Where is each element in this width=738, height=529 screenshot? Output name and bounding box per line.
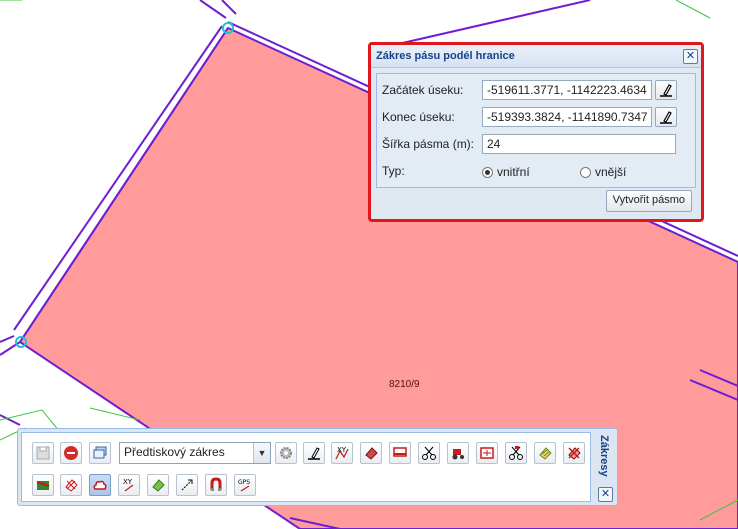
end-pick-button[interactable] bbox=[655, 107, 677, 127]
xy-text: XY bbox=[337, 446, 347, 454]
snap-button[interactable] bbox=[205, 474, 227, 496]
green-polygon-button[interactable] bbox=[147, 474, 169, 496]
settings-button[interactable] bbox=[275, 442, 297, 464]
magnet-icon bbox=[210, 477, 222, 491]
arrow-button[interactable] bbox=[176, 474, 198, 496]
split-polygon-button[interactable] bbox=[476, 442, 498, 464]
map-polygon-icon bbox=[36, 481, 50, 490]
dialog-header[interactable]: Zákres pásu podél hranice bbox=[371, 45, 701, 68]
cut-polygon-button[interactable] bbox=[505, 442, 527, 464]
type-outer-radio[interactable]: vnější bbox=[580, 165, 626, 179]
type-inner-radio[interactable]: vnitřní bbox=[482, 165, 530, 179]
pencil-icon bbox=[660, 84, 672, 97]
end-row: Konec úseku: bbox=[382, 106, 482, 128]
windows-icon bbox=[93, 446, 107, 459]
width-label: Šířka pásma (m): bbox=[382, 137, 475, 151]
end-label: Konec úseku: bbox=[382, 110, 455, 124]
leaf-icon bbox=[152, 479, 165, 492]
stop-button[interactable] bbox=[60, 442, 82, 464]
hatch-icon bbox=[539, 447, 552, 460]
drawing-type-select[interactable]: Předtiskový zákres ▼ bbox=[119, 442, 271, 464]
panel-title: Zákresy bbox=[598, 435, 610, 477]
scissors-polygon-icon bbox=[509, 446, 523, 460]
draw-cloud-button[interactable] bbox=[89, 474, 111, 496]
pencil-icon bbox=[308, 447, 320, 460]
save-button[interactable] bbox=[32, 442, 54, 464]
end-input[interactable]: -519393.3824, -1141890.7347 bbox=[482, 107, 652, 127]
save-icon bbox=[36, 446, 50, 460]
xy-edit-button[interactable]: XY bbox=[331, 442, 353, 464]
cloud-icon bbox=[93, 480, 107, 490]
xy-edit-icon: XY bbox=[335, 446, 349, 460]
dialog-close-button[interactable]: ✕ bbox=[683, 49, 698, 64]
drawing-toolbar-panel: Předtiskový zákres ▼ XY XY GPS Zákresy ✕ bbox=[17, 428, 618, 506]
type-inner-label: vnitřní bbox=[497, 165, 530, 179]
xy-point-icon: XY bbox=[123, 478, 134, 492]
width-input[interactable]: 24 bbox=[482, 134, 676, 154]
radio-selected[interactable] bbox=[482, 166, 493, 178]
type-label: Typ: bbox=[382, 164, 405, 178]
cut-line-icon bbox=[393, 447, 407, 457]
draw-point-button[interactable] bbox=[303, 442, 325, 464]
gps-icon: GPS bbox=[238, 479, 250, 492]
gear-icon bbox=[280, 447, 292, 459]
stop-icon bbox=[64, 446, 78, 460]
parcel-label: 8210/9 bbox=[389, 379, 420, 390]
scissors-button[interactable] bbox=[418, 442, 440, 464]
toolbar-body: Předtiskový zákres ▼ XY XY GPS bbox=[21, 432, 591, 502]
start-label: Začátek úseku: bbox=[382, 83, 464, 97]
tractor-button[interactable] bbox=[447, 442, 469, 464]
delete-polygon-button[interactable] bbox=[563, 442, 585, 464]
start-pick-button[interactable] bbox=[655, 80, 677, 100]
erase-button[interactable] bbox=[360, 442, 382, 464]
tractor-icon bbox=[452, 449, 464, 460]
gps-text: GPS bbox=[238, 479, 250, 486]
pencil-icon bbox=[660, 111, 672, 124]
windows-button[interactable] bbox=[89, 442, 111, 464]
remove-vertex-icon bbox=[65, 479, 78, 492]
eraser-icon bbox=[365, 447, 378, 460]
panel-close-button[interactable]: ✕ bbox=[598, 487, 613, 502]
remove-vertex-button[interactable] bbox=[60, 474, 82, 496]
scissors-icon bbox=[422, 446, 436, 460]
gps-button[interactable]: GPS bbox=[234, 474, 256, 496]
dialog-title: Zákres pásu podél hranice bbox=[376, 50, 515, 62]
drawing-type-value: Předtiskový zákres bbox=[124, 445, 225, 459]
xy-text: XY bbox=[123, 478, 133, 486]
type-outer-label: vnější bbox=[595, 165, 627, 179]
fill-pattern-button[interactable] bbox=[534, 442, 556, 464]
type-row: Typ: bbox=[382, 160, 482, 182]
chevron-down-icon[interactable]: ▼ bbox=[253, 443, 270, 463]
start-input[interactable]: -519611.3771, -1142223.4634 bbox=[482, 80, 652, 100]
width-row: Šířka pásma (m): bbox=[382, 133, 482, 155]
delete-icon bbox=[568, 447, 581, 460]
xy-point-button[interactable]: XY bbox=[118, 474, 140, 496]
radio-unselected[interactable] bbox=[580, 166, 591, 178]
arrow-icon bbox=[181, 479, 193, 491]
start-row: Začátek úseku: bbox=[382, 79, 482, 101]
map-polygon-button[interactable] bbox=[32, 474, 54, 496]
buffer-dialog: Zákres pásu podél hranice ✕ Začátek úsek… bbox=[368, 42, 704, 222]
dialog-form: Začátek úseku: -519611.3771, -1142223.46… bbox=[376, 73, 696, 188]
cut-line-button[interactable] bbox=[389, 442, 411, 464]
create-zone-button[interactable]: Vytvořit pásmo bbox=[605, 190, 692, 212]
split-polygon-icon bbox=[480, 447, 494, 459]
